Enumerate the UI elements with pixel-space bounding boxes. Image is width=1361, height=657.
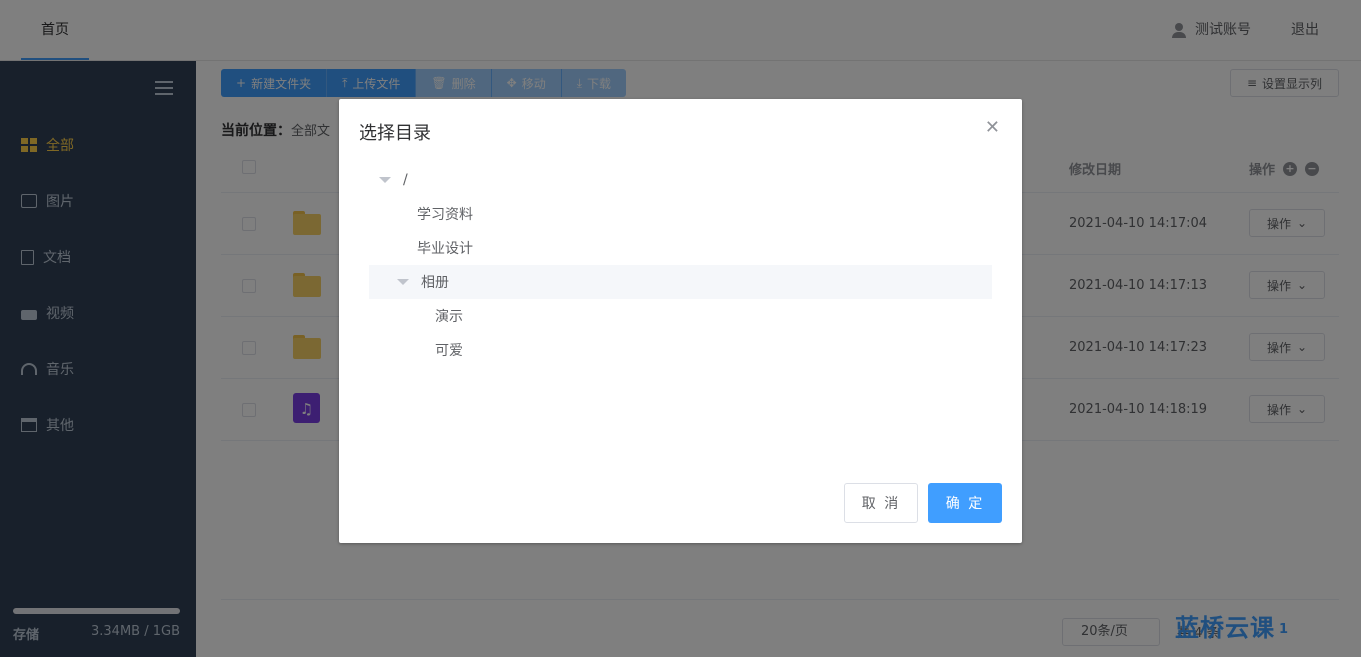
tree-node-album[interactable]: 相册: [369, 265, 992, 299]
select-directory-dialog: 选择目录 ✕ / 学习资料 毕业设计 相册 演示 可爱 取 消 确 定: [339, 99, 1022, 543]
tree-node-root[interactable]: /: [369, 163, 992, 197]
tree-node-cute[interactable]: 可爱: [369, 333, 992, 367]
tree-node-graduation[interactable]: 毕业设计: [369, 231, 992, 265]
cancel-button[interactable]: 取 消: [844, 483, 918, 523]
close-icon[interactable]: ✕: [985, 117, 1000, 138]
dialog-footer: 取 消 确 定: [844, 483, 1002, 523]
caret-down-icon[interactable]: [397, 279, 409, 285]
tree-node-label: /: [403, 172, 408, 188]
confirm-button[interactable]: 确 定: [928, 483, 1002, 523]
directory-tree: / 学习资料 毕业设计 相册 演示 可爱: [369, 163, 992, 367]
tree-node-label: 毕业设计: [417, 241, 473, 257]
tree-node-study[interactable]: 学习资料: [369, 197, 992, 231]
caret-down-icon[interactable]: [379, 177, 391, 183]
tree-node-label: 演示: [435, 309, 463, 325]
tree-node-label: 相册: [421, 275, 449, 291]
tree-node-demo[interactable]: 演示: [369, 299, 992, 333]
tree-node-label: 可爱: [435, 343, 463, 359]
tree-node-label: 学习资料: [417, 207, 473, 223]
dialog-title: 选择目录: [359, 123, 431, 144]
